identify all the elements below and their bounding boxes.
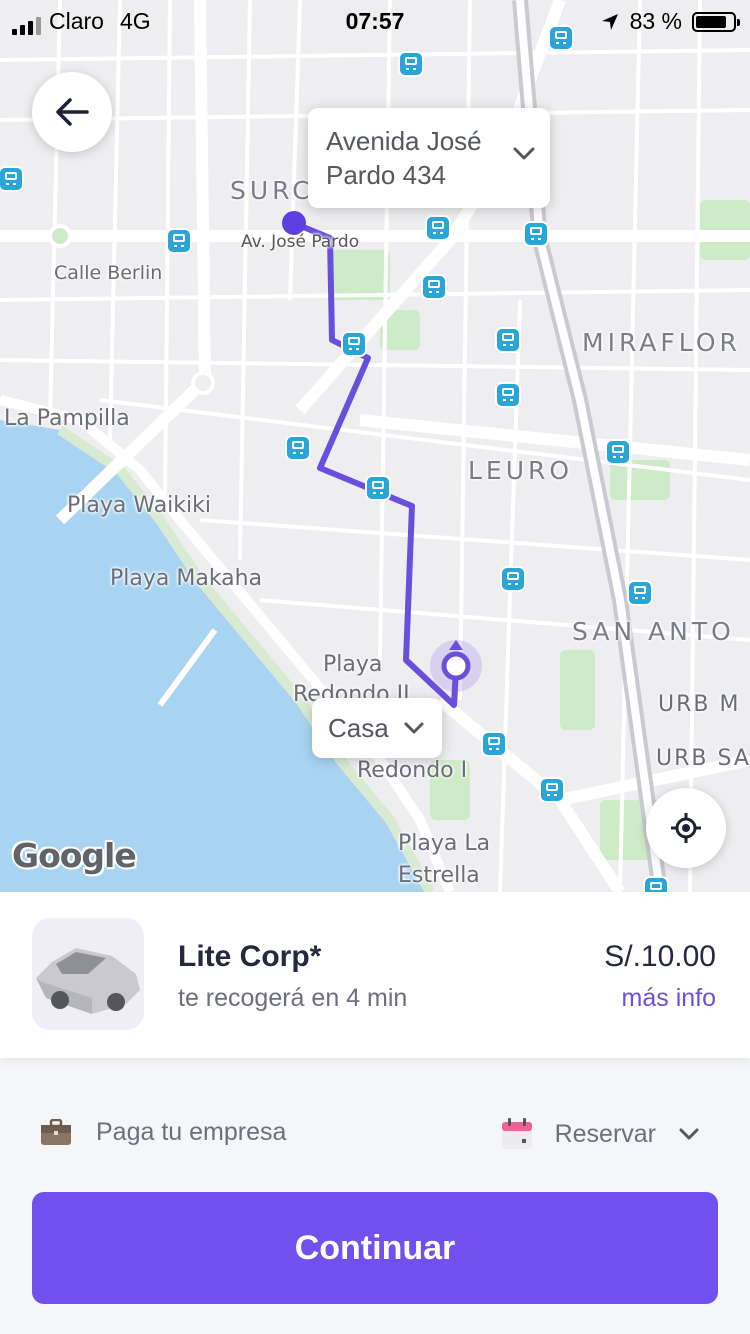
schedule-selector[interactable]: Reservar: [501, 1118, 700, 1150]
map-label-leuro: LEURO: [468, 456, 574, 485]
bus-stop-icon: [525, 223, 547, 245]
map-label-san-antonio: SAN ANTO: [572, 617, 735, 646]
bus-stop-icon: [0, 168, 22, 190]
map-label-redondo-i: Redondo I: [357, 758, 468, 783]
chevron-down-icon: [679, 1128, 699, 1140]
map-label-urb-m: URB M: [658, 692, 741, 717]
bus-stop-icon: [400, 53, 422, 75]
map-label-av-jose-pardo: Av. José Pardo: [241, 232, 360, 252]
schedule-label: Reservar: [554, 1119, 656, 1148]
map-label-urb-sa: URB SA: [656, 746, 750, 771]
ride-option-card[interactable]: Lite Corp* te recogerá en 4 min S/.10.00…: [0, 892, 750, 1058]
bus-stop-icon: [497, 329, 519, 351]
pickup-address-card[interactable]: Avenida José Pardo 434: [308, 108, 550, 208]
bus-stop-icon: [427, 217, 449, 239]
continue-button[interactable]: Continuar: [32, 1192, 718, 1304]
crosshair-icon: [671, 813, 701, 843]
bus-stop-icon: [168, 230, 190, 252]
ride-name: Lite Corp*: [178, 940, 322, 973]
briefcase-icon: [41, 1118, 71, 1145]
bus-stop-icon: [423, 276, 445, 298]
bus-stop-icon: [541, 779, 563, 801]
bus-stop-icon: [502, 568, 524, 590]
trip-options: Paga tu empresa Reservar: [0, 1100, 750, 1170]
car-image: [32, 918, 144, 1030]
my-location-button[interactable]: [646, 788, 726, 868]
bus-stop-icon: [645, 878, 667, 892]
map-label-la-pampilla: La Pampilla: [4, 406, 130, 431]
bus-stop-icon: [287, 437, 309, 459]
map-label-miraflores: MIRAFLOR: [582, 328, 741, 357]
chevron-down-icon: [404, 722, 424, 734]
bus-stop-icon: [483, 733, 505, 755]
payment-label: Paga tu empresa: [96, 1118, 287, 1146]
bus-stop-icon: [607, 441, 629, 463]
map-label-playa-waikiki: Playa Waikiki: [67, 493, 211, 518]
arrow-left-icon: [56, 98, 89, 126]
battery-icon: [692, 11, 740, 32]
bus-stop-icon: [367, 477, 389, 499]
status-bar: Claro 4G 07:57 83 %: [0, 0, 750, 40]
pickup-address: Avenida José Pardo 434: [326, 126, 482, 190]
map-view[interactable]: SURCO Av. José Pardo Calle Berlin MIRAFL…: [0, 0, 750, 892]
battery-percent: 83 %: [629, 8, 682, 34]
payment-selector[interactable]: Paga tu empresa: [40, 1118, 286, 1147]
destination-card[interactable]: Casa: [312, 698, 442, 758]
map-label-playa-makaha: Playa Makaha: [110, 566, 263, 591]
bus-stop-icon: [343, 333, 365, 355]
bus-stop-icon: [497, 384, 519, 406]
back-button[interactable]: [32, 72, 112, 152]
more-info-link[interactable]: más info: [622, 984, 716, 1013]
map-label-playa-la-estrella: Playa La Estrella: [398, 831, 491, 888]
map-label-playa-redondo: Playa: [323, 652, 383, 677]
destination-label: Casa: [328, 712, 389, 743]
ride-price: S/.10.00: [604, 940, 716, 973]
ride-eta: te recogerá en 4 min: [178, 984, 408, 1012]
chevron-down-icon: [513, 147, 535, 160]
bus-stop-icon: [629, 582, 651, 604]
location-arrow-icon: [601, 13, 618, 30]
calendar-icon: [501, 1118, 532, 1149]
google-logo: Google: [12, 836, 137, 875]
map-label-calle-berlin: Calle Berlin: [54, 262, 163, 284]
